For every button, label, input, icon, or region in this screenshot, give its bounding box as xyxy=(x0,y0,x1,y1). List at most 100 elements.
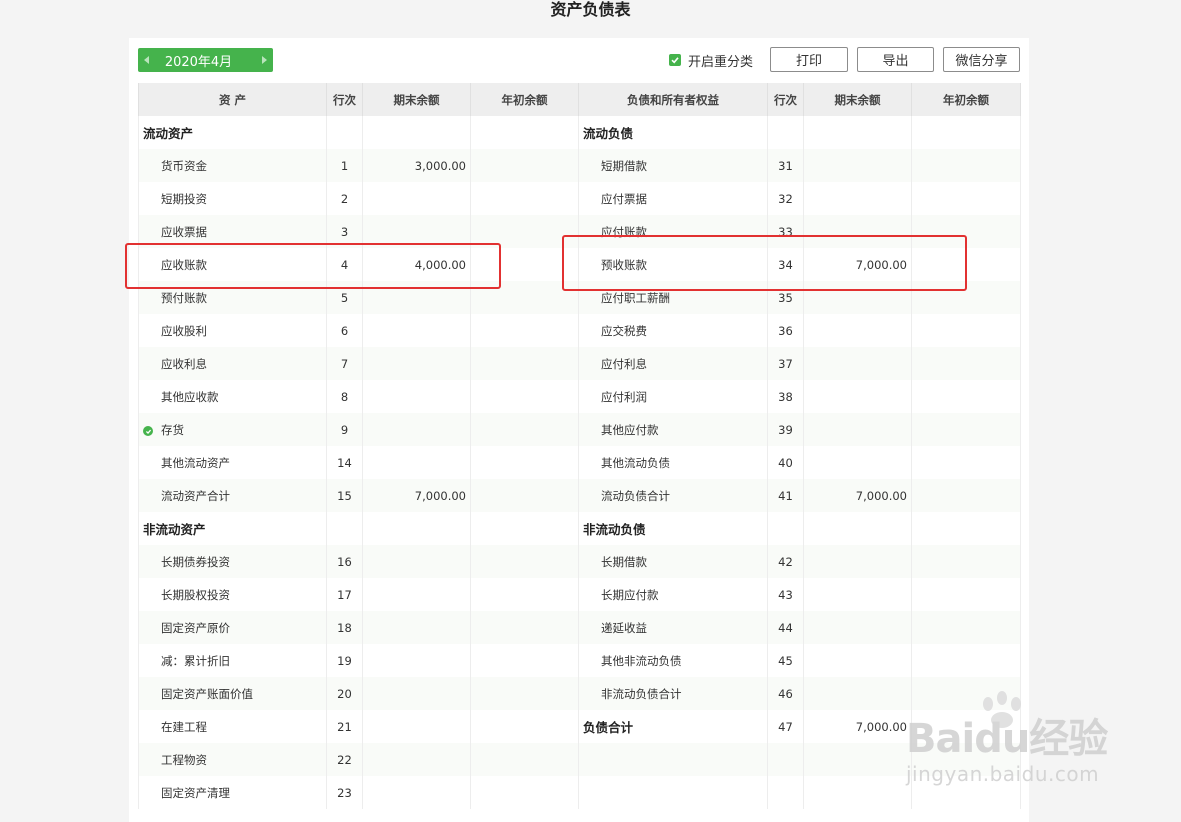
table-header-row: 资 产 行次 期末余额 年初余额 负债和所有者权益 行次 期末余额 年初余额 xyxy=(138,83,1021,116)
liability-end-balance-cell xyxy=(803,182,912,215)
month-picker[interactable]: 2020年4月 xyxy=(138,48,273,72)
asset-line-cell: 8 xyxy=(326,380,363,413)
liability-line-cell: 42 xyxy=(767,545,804,578)
asset-name-cell: 短期投资 xyxy=(138,182,327,215)
asset-end-balance-cell xyxy=(362,446,471,479)
liability-line-cell: 41 xyxy=(767,479,804,512)
print-button[interactable]: 打印 xyxy=(770,47,848,72)
table-row[interactable]: 应收股利 6 应交税费 36 xyxy=(138,314,1021,347)
next-month-icon[interactable] xyxy=(262,56,267,64)
header-end-balance: 期末余额 xyxy=(362,83,471,116)
liability-name-cell xyxy=(578,776,768,809)
table-row[interactable]: 长期股权投资 17 长期应付款 43 xyxy=(138,578,1021,611)
liability-name-cell: 长期应付款 xyxy=(578,578,768,611)
watermark-main: Baidu经验 xyxy=(906,716,1108,762)
liability-line-cell: 44 xyxy=(767,611,804,644)
liability-line-cell: 45 xyxy=(767,644,804,677)
asset-line-cell: 21 xyxy=(326,710,363,743)
table-row[interactable]: 固定资产原价 18 递延收益 44 xyxy=(138,611,1021,644)
page-title: 资产负债表 xyxy=(550,0,631,19)
liability-begin-balance-cell xyxy=(911,479,1021,512)
table-row[interactable]: 其他应收款 8 应付利润 38 xyxy=(138,380,1021,413)
liability-begin-balance-cell xyxy=(911,512,1021,545)
asset-line-cell: 1 xyxy=(326,149,363,182)
table-row[interactable]: 工程物资 22 xyxy=(138,743,1021,776)
liability-line-cell xyxy=(767,116,804,149)
table-row[interactable]: 固定资产清理 23 xyxy=(138,776,1021,809)
table-row[interactable]: 其他流动资产 14 其他流动负债 40 xyxy=(138,446,1021,479)
asset-name-cell: 其他流动资产 xyxy=(138,446,327,479)
asset-begin-balance-cell xyxy=(470,479,579,512)
asset-end-balance-cell xyxy=(362,611,471,644)
asset-line-cell: 22 xyxy=(326,743,363,776)
liability-name-cell: 其他流动负债 xyxy=(578,446,768,479)
asset-begin-balance-cell xyxy=(470,314,579,347)
asset-line-cell: 16 xyxy=(326,545,363,578)
liability-line-cell: 36 xyxy=(767,314,804,347)
asset-end-balance-cell xyxy=(362,182,471,215)
prev-month-icon[interactable] xyxy=(144,56,149,64)
liability-name-cell: 应交税费 xyxy=(578,314,768,347)
header-line-2: 行次 xyxy=(767,83,804,116)
liability-end-balance-cell xyxy=(803,545,912,578)
asset-begin-balance-cell xyxy=(470,512,579,545)
liability-begin-balance-cell xyxy=(911,380,1021,413)
table-row[interactable]: 货币资金 1 3,000.00 短期借款 31 xyxy=(138,149,1021,182)
liability-line-cell: 39 xyxy=(767,413,804,446)
liability-begin-balance-cell xyxy=(911,578,1021,611)
liability-begin-balance-cell xyxy=(911,182,1021,215)
asset-end-balance-cell xyxy=(362,413,471,446)
table-row[interactable]: 减：累计折旧 19 其他非流动负债 45 xyxy=(138,644,1021,677)
liability-end-balance-cell xyxy=(803,413,912,446)
table-row[interactable]: 流动资产合计 15 7,000.00 流动负债合计 41 7,000.00 xyxy=(138,479,1021,512)
asset-name-text: 存货 xyxy=(161,422,184,437)
header-end-balance-2: 期末余额 xyxy=(803,83,912,116)
liability-name-cell: 流动负债合计 xyxy=(578,479,768,512)
asset-name-cell: 长期债券投资 xyxy=(138,545,327,578)
liability-end-balance-cell xyxy=(803,512,912,545)
asset-name-cell: 货币资金 xyxy=(138,149,327,182)
liability-line-cell xyxy=(767,512,804,545)
asset-begin-balance-cell xyxy=(470,776,579,809)
table-row[interactable]: 存货 9 其他应付款 39 xyxy=(138,413,1021,446)
asset-end-balance-cell: 3,000.00 xyxy=(362,149,471,182)
asset-name-cell: 存货 xyxy=(138,413,327,446)
asset-line-cell: 14 xyxy=(326,446,363,479)
liability-name-cell: 其他非流动负债 xyxy=(578,644,768,677)
table-row[interactable]: 非流动资产 非流动负债 xyxy=(138,512,1021,545)
asset-line-cell: 20 xyxy=(326,677,363,710)
wechat-share-button[interactable]: 微信分享 xyxy=(943,47,1020,72)
liability-end-balance-cell xyxy=(803,644,912,677)
asset-line-cell: 19 xyxy=(326,644,363,677)
liability-name-cell: 递延收益 xyxy=(578,611,768,644)
asset-name-cell: 应收股利 xyxy=(138,314,327,347)
asset-line-cell: 15 xyxy=(326,479,363,512)
checkbox-checked-icon[interactable] xyxy=(669,54,681,66)
reclass-toggle[interactable]: 开启重分类 xyxy=(669,50,753,70)
asset-end-balance-cell xyxy=(362,710,471,743)
report-panel: 2020年4月 开启重分类 打印 导出 微信分享 资 产 行次 期末余额 年初余… xyxy=(129,38,1029,822)
table-row[interactable]: 在建工程 21 负债合计 47 7,000.00 xyxy=(138,710,1021,743)
liability-line-cell: 37 xyxy=(767,347,804,380)
liability-end-balance-cell xyxy=(803,578,912,611)
liability-line-cell: 40 xyxy=(767,446,804,479)
table-row[interactable]: 长期债券投资 16 长期借款 42 xyxy=(138,545,1021,578)
liability-name-cell xyxy=(578,743,768,776)
liability-name-cell: 流动负债 xyxy=(578,116,768,149)
asset-end-balance-cell xyxy=(362,347,471,380)
liability-end-balance-cell xyxy=(803,743,912,776)
header-begin-balance-2: 年初余额 xyxy=(911,83,1021,116)
liability-line-cell: 46 xyxy=(767,677,804,710)
table-row[interactable]: 短期投资 2 应付票据 32 xyxy=(138,182,1021,215)
liability-name-cell: 非流动负债合计 xyxy=(578,677,768,710)
export-button[interactable]: 导出 xyxy=(857,47,934,72)
asset-line-cell: 6 xyxy=(326,314,363,347)
asset-begin-balance-cell xyxy=(470,644,579,677)
table-row[interactable]: 流动资产 流动负债 xyxy=(138,116,1021,149)
table-row[interactable]: 固定资产账面价值 20 非流动负债合计 46 xyxy=(138,677,1021,710)
asset-end-balance-cell xyxy=(362,644,471,677)
liability-end-balance-cell: 7,000.00 xyxy=(803,710,912,743)
asset-line-cell: 9 xyxy=(326,413,363,446)
table-row[interactable]: 应收利息 7 应付利息 37 xyxy=(138,347,1021,380)
liability-end-balance-cell xyxy=(803,314,912,347)
